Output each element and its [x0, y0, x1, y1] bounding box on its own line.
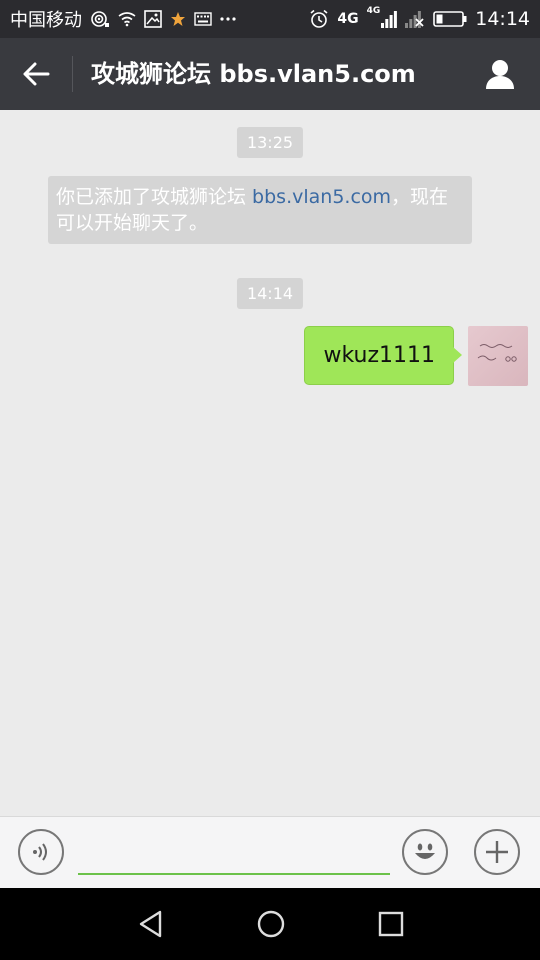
alarm-icon	[309, 0, 329, 38]
status-bar: 中国移动 4G 4G 14:14	[0, 0, 540, 38]
star-icon	[170, 0, 186, 38]
chat-area[interactable]: 13:25 你已添加了攻城狮论坛 bbs.vlan5.com，现在可以开始聊天了…	[0, 110, 540, 816]
avatar[interactable]	[468, 326, 528, 386]
nav-back-button[interactable]	[131, 904, 171, 944]
nav-home-button[interactable]	[251, 904, 291, 944]
more-icon	[220, 0, 236, 38]
status-right: 4G 4G 14:14	[309, 0, 530, 38]
wifi-icon	[118, 0, 136, 38]
signal-off-icon	[405, 0, 425, 38]
title-bar: 攻城狮论坛 bbs.vlan5.com	[0, 38, 540, 110]
person-icon	[486, 60, 514, 89]
hotspot-icon	[90, 0, 110, 38]
gallery-icon	[144, 0, 162, 38]
chat-title: 攻城狮论坛 bbs.vlan5.com	[91, 60, 416, 88]
voice-button[interactable]	[18, 829, 64, 875]
system-message: 你已添加了攻城狮论坛 bbs.vlan5.com，现在可以开始聊天了。	[48, 176, 472, 244]
navigation-bar	[0, 888, 540, 960]
system-message-link[interactable]: bbs.vlan5.com	[252, 186, 391, 208]
profile-button[interactable]	[482, 56, 518, 92]
system-message-prefix: 你已添加了攻城狮论坛	[56, 186, 253, 208]
timestamp-badge: 13:25	[236, 127, 304, 158]
message-bubble-sent[interactable]: wkuz1111	[304, 326, 462, 385]
home-circle-icon	[257, 910, 285, 938]
more-actions-button[interactable]	[474, 829, 520, 875]
message-input[interactable]	[78, 837, 390, 875]
keyboard-icon	[194, 0, 212, 38]
status-left: 中国移动	[10, 0, 236, 38]
nav-recents-button[interactable]	[371, 904, 411, 944]
network-4g-label: 4G	[337, 11, 359, 27]
battery-icon	[433, 0, 467, 38]
back-button[interactable]	[16, 56, 56, 92]
network-4g-small-label: 4G	[366, 6, 381, 16]
timestamp-badge: 14:14	[236, 278, 304, 309]
status-time: 14:14	[475, 8, 530, 30]
back-triangle-icon	[139, 910, 162, 938]
signal-icon: 4G	[367, 0, 398, 38]
voice-icon	[33, 843, 47, 861]
arrow-left-icon	[23, 62, 50, 86]
smiley-icon	[415, 843, 435, 859]
message-text: wkuz1111	[323, 343, 435, 368]
emoji-button[interactable]	[402, 829, 448, 875]
title-divider	[72, 56, 73, 92]
recents-square-icon	[378, 911, 404, 937]
carrier-label: 中国移动	[10, 10, 82, 31]
input-bar	[0, 816, 540, 888]
plus-icon	[486, 841, 508, 863]
